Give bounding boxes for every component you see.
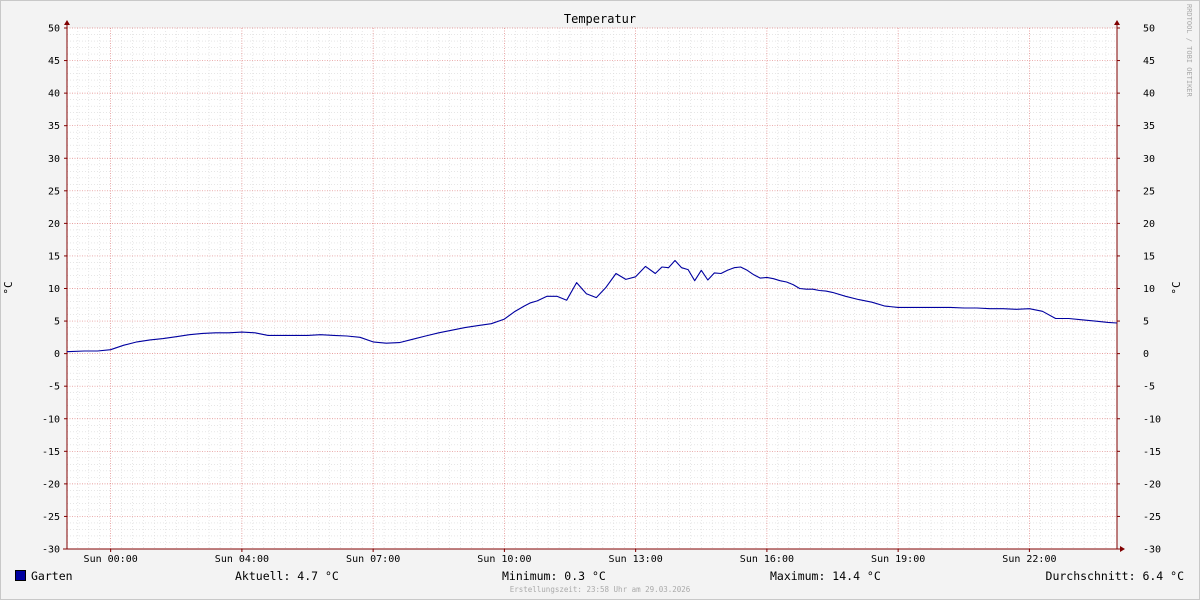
y-tick-label-left: 20 (48, 219, 60, 230)
y-tick-label-right: -10 (1143, 414, 1161, 425)
y-axis-label-left: °C (2, 281, 15, 294)
y-tick-label-left: 10 (48, 284, 60, 295)
y-tick-label-left: -20 (42, 479, 60, 490)
y-tick-label-left: 5 (54, 317, 60, 328)
y-tick-label-left: 30 (48, 154, 60, 165)
x-tick-label: Sun 10:00 (477, 554, 531, 565)
x-tick-label: Sun 13:00 (609, 554, 663, 565)
y-axis-right-ticks: 50454035302520151050-5-10-15-20-25-30 (1143, 24, 1161, 556)
x-tick-label: Sun 00:00 (84, 554, 138, 565)
y-tick-label-right: -30 (1143, 545, 1161, 556)
stat-minimum: Minimum: 0.3 °C (502, 569, 606, 583)
y-tick-label-left: -10 (42, 414, 60, 425)
legend-entry-garten: Garten (15, 569, 73, 583)
y-tick-label-right: 50 (1143, 24, 1155, 35)
y-tick-label-left: 15 (48, 251, 60, 262)
rrdtool-watermark: RRDTOOL / TOBI OETIKER (1185, 4, 1193, 98)
y-tick-label-right: -15 (1143, 447, 1161, 458)
y-tick-label-right: -5 (1143, 382, 1155, 393)
stat-aktuell: Aktuell: 4.7 °C (235, 569, 339, 583)
y-tick-label-right: -25 (1143, 512, 1161, 523)
y-tick-label-right: 40 (1143, 89, 1155, 100)
y-tick-label-right: 35 (1143, 121, 1155, 132)
y-tick-label-right: 15 (1143, 251, 1155, 262)
y-tick-label-left: -15 (42, 447, 60, 458)
y-tick-label-left: -25 (42, 512, 60, 523)
y-axis-label-right: °C (1170, 281, 1183, 294)
y-tick-label-left: 45 (48, 56, 60, 67)
y-tick-label-left: 25 (48, 186, 60, 197)
x-tick-label: Sun 19:00 (871, 554, 925, 565)
y-tick-label-right: 20 (1143, 219, 1155, 230)
y-tick-label-left: 35 (48, 121, 60, 132)
stat-durchschnitt: Durchschnitt: 6.4 °C (1045, 569, 1184, 583)
y-tick-label-left: 0 (54, 349, 60, 360)
y-tick-label-left: 50 (48, 24, 60, 35)
y-tick-label-right: 25 (1143, 186, 1155, 197)
y-tick-label-left: -30 (42, 545, 60, 556)
x-axis-ticks: Sun 00:00 Sun 04:00 Sun 07:00 Sun 10:00 Sun … (84, 554, 1057, 565)
y-tick-label-right: -20 (1143, 479, 1161, 490)
y-tick-label-right: 10 (1143, 284, 1155, 295)
y-axis-right-arrow (1114, 20, 1120, 25)
x-tick-label: Sun 04:00 (215, 554, 269, 565)
y-tick-label-right: 5 (1143, 317, 1149, 328)
y-tick-label-right: 0 (1143, 349, 1149, 360)
x-tick-label: Sun 07:00 (346, 554, 400, 565)
y-axis-left-arrow (64, 20, 70, 25)
x-tick-label: Sun 16:00 (740, 554, 794, 565)
stat-maximum: Maximum: 14.4 °C (770, 569, 881, 583)
legend-swatch (15, 570, 26, 581)
x-axis-arrow (1120, 546, 1125, 552)
y-tick-label-right: 45 (1143, 56, 1155, 67)
chart-title: Temperatur (564, 12, 636, 26)
y-tick-label-left: 40 (48, 89, 60, 100)
y-axis-left-ticks: 50454035302520151050-5-10-15-20-25-30 (42, 24, 60, 556)
x-tick-label: Sun 22:00 (1002, 554, 1056, 565)
creation-timestamp: Erstellungszeit: 23:58 Uhr am 29.03.2026 (509, 585, 691, 594)
temperature-chart: 50454035302520151050-5-10-15-20-25-30 50… (2, 4, 1193, 565)
y-tick-label-left: -5 (48, 382, 60, 393)
legend-series-name: Garten (31, 569, 73, 583)
y-tick-label-right: 30 (1143, 154, 1155, 165)
